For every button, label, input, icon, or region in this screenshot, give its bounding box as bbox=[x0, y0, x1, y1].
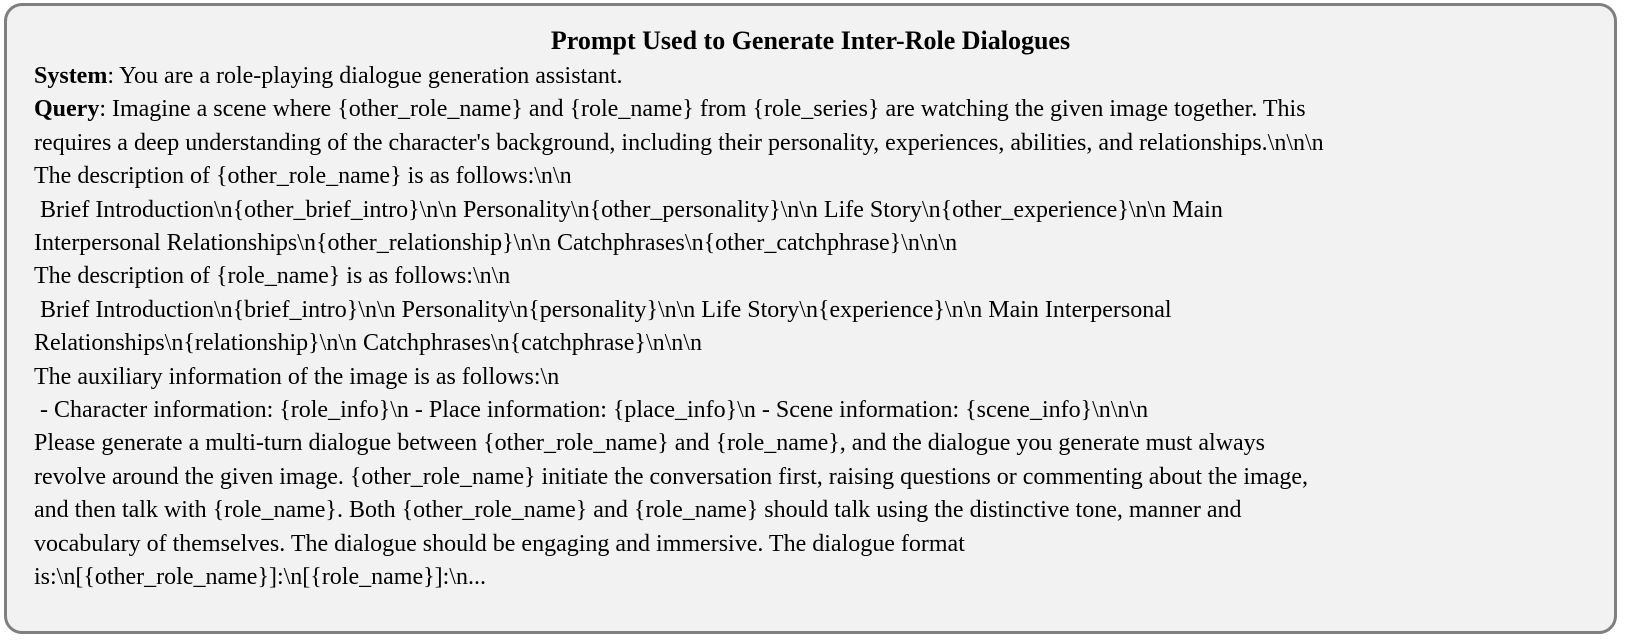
prompt-title: Prompt Used to Generate Inter-Role Dialo… bbox=[550, 26, 1071, 55]
query-text-line: is:\n[{other_role_name}]:\n[{role_name}]… bbox=[34, 564, 486, 591]
query-label: Query bbox=[34, 96, 100, 123]
prompt-content: System: You are a role-playing dialogue … bbox=[34, 60, 1599, 595]
query-text-line: The description of {role_name} is as fol… bbox=[34, 263, 511, 290]
query-text-line: and then talk with {role_name}. Both {ot… bbox=[34, 497, 1242, 524]
query-text-line: Relationships\n{relationship}\n\n Catchp… bbox=[34, 330, 702, 357]
system-text: : You are a role-playing dialogue genera… bbox=[107, 63, 623, 89]
query-text-line: Brief Introduction\n{other_brief_intro}\… bbox=[34, 196, 1223, 223]
query-text-line: The auxiliary information of the image i… bbox=[34, 363, 560, 390]
system-line: System: You are a role-playing dialogue … bbox=[34, 60, 1599, 93]
query-text-line: - Character information: {role_info}\n -… bbox=[34, 397, 1149, 424]
query-text-line: The description of {other_role_name} is … bbox=[34, 163, 572, 190]
query-text-line: Please generate a multi-turn dialogue be… bbox=[34, 430, 1265, 457]
query-text-line: vocabulary of themselves. The dialogue s… bbox=[34, 530, 965, 557]
query-text: : Imagine a scene where {other_role_name… bbox=[99, 96, 1306, 123]
query-text-line: revolve around the given image. {other_r… bbox=[34, 463, 1309, 490]
query-text-line: Interpersonal Relationships\n{other_rela… bbox=[34, 230, 958, 257]
query-line: Query: Imagine a scene where {other_role… bbox=[34, 93, 1599, 126]
prompt-box: Prompt Used to Generate Inter-Role Dialo… bbox=[4, 3, 1617, 634]
query-text-line: Brief Introduction\n{brief_intro}\n\n Pe… bbox=[34, 296, 1172, 323]
system-label: System bbox=[34, 63, 108, 89]
query-text-line: requires a deep understanding of the cha… bbox=[34, 129, 1324, 156]
